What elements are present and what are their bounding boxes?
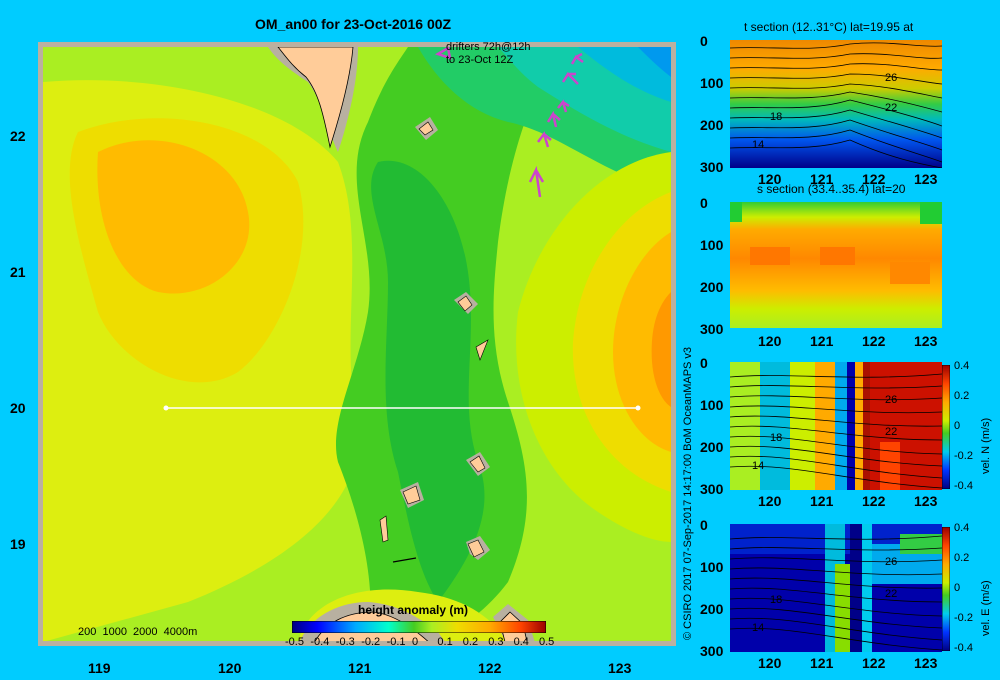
lon-tick-122: 122	[478, 660, 502, 676]
panel3-lon-tick: 120	[758, 493, 782, 509]
panel3-contour-22: 22	[885, 426, 898, 438]
panel4-lon-tick: 120	[758, 655, 782, 671]
panel1-contour-26: 26	[885, 72, 898, 84]
height-colorbar	[292, 621, 546, 633]
colorbar-tick: -0.1	[386, 636, 406, 648]
colorbar-tick: -0.4	[310, 636, 330, 648]
panel2-depth-tick: 200	[700, 279, 724, 295]
panel1-depth-tick: 0	[700, 33, 708, 49]
drifters-label-line2: to 23-Oct 12Z	[446, 54, 514, 66]
colorbar-tick: -0.3	[335, 636, 355, 648]
panel4-depth-tick: 300	[700, 643, 724, 659]
lat-tick-22: 22	[10, 128, 26, 144]
lat-tick-21: 21	[10, 264, 26, 280]
vel-e-colorbar-label: vel. E (m/s)	[980, 580, 992, 636]
panel3-lon-tick: 121	[810, 493, 834, 509]
panel1-depth-tick: 100	[700, 75, 724, 91]
panel4-depth-tick: 0	[700, 517, 708, 533]
panel1-contour-14: 14	[752, 139, 765, 151]
vel-e-colorbar	[942, 527, 950, 651]
panel4-contour-22: 22	[885, 588, 898, 600]
colorbar-tick: 0.2	[462, 636, 479, 648]
panel3-lon-tick: 122	[862, 493, 886, 509]
height-anomaly-map	[38, 42, 676, 646]
lat-tick-19: 19	[10, 536, 26, 552]
panel3-depth-tick: 300	[700, 481, 724, 497]
panel3-colorbar-tick: -0.4	[954, 480, 973, 492]
lon-tick-121: 121	[348, 660, 372, 676]
depth-legend: 200 1000 2000 4000m	[78, 626, 198, 638]
panel3-lon-tick: 123	[914, 493, 938, 509]
panel4-contour-26: 26	[885, 556, 898, 568]
colorbar-tick: -0.2	[361, 636, 381, 648]
panel4-colorbar-tick: -0.4	[954, 642, 973, 654]
map-title: OM_an00 for 23-Oct-2016 00Z	[255, 16, 452, 32]
credit-text: © CSIRO 2017 07-Sep-2017 14:17:00 BoM Oc…	[682, 346, 694, 640]
panel4-colorbar-tick: 0.4	[954, 522, 970, 534]
panel1-lon-tick: 123	[914, 171, 938, 187]
lat-tick-20: 20	[10, 400, 26, 416]
colorbar-tick: 0.1	[437, 636, 453, 648]
drifters-label-line1: drifters 72h@12h	[446, 41, 531, 53]
panel4-colorbar-tick: -0.2	[954, 612, 973, 624]
panel1-lon-tick: 121	[810, 171, 834, 187]
colorbar-tick: 0	[412, 636, 419, 648]
panel4-depth-tick: 200	[700, 601, 724, 617]
colorbar-tick: 0.4	[513, 636, 529, 648]
panel2-lon-tick: 122	[862, 333, 886, 349]
panel1-lon-tick: 120	[758, 171, 782, 187]
vel-n-colorbar	[942, 365, 950, 489]
panel2-lon-tick: 123	[914, 333, 938, 349]
panel4-lon-tick: 121	[810, 655, 834, 671]
panel4-colorbar-tick: 0.2	[954, 552, 970, 564]
panel2-depth-tick: 100	[700, 237, 724, 253]
colorbar-title: height anomaly (m)	[358, 603, 469, 617]
panel2-depth-tick: 0	[700, 195, 708, 211]
panel3-colorbar-tick: 0.4	[954, 360, 970, 372]
panel3-contour-14: 14	[752, 460, 765, 472]
colorbar-tick: 0.5	[539, 636, 555, 648]
panel4-contour-14: 14	[752, 622, 765, 634]
colorbar-tick: 0.3	[488, 636, 504, 648]
panel4-colorbar-tick: 0	[954, 582, 961, 594]
panel1-depth-tick: 200	[700, 117, 724, 133]
panel4-lon-tick: 122	[862, 655, 886, 671]
panel3-contour-26: 26	[885, 394, 898, 406]
panel3-colorbar-tick: 0.2	[954, 390, 970, 402]
panel3-depth-tick: 100	[700, 397, 724, 413]
panel1-contour-18: 18	[770, 111, 783, 123]
panel2-lon-tick: 121	[810, 333, 834, 349]
panel4-depth-tick: 100	[700, 559, 724, 575]
colorbar-tick: -0.5	[285, 636, 304, 648]
panel1-depth-tick: 300	[700, 159, 724, 175]
panel3-colorbar-tick: 0	[954, 420, 961, 432]
panel1-lon-tick: 122	[862, 171, 886, 187]
panel3-contour-18: 18	[770, 432, 783, 444]
panel3-colorbar-tick: -0.2	[954, 450, 973, 462]
panel1-contour-22: 22	[885, 102, 898, 114]
panel1-title: t section (12..31°C) lat=19.95 at	[744, 20, 914, 34]
panel4-contour-18: 18	[770, 594, 783, 606]
vel-n-colorbar-label: vel. N (m/s)	[980, 417, 992, 474]
lon-tick-123: 123	[608, 660, 632, 676]
lon-tick-120: 120	[218, 660, 242, 676]
panel2-lon-tick: 120	[758, 333, 782, 349]
panel3-depth-tick: 200	[700, 439, 724, 455]
panel2-depth-tick: 300	[700, 321, 724, 337]
salinity-section	[730, 202, 942, 328]
panel4-lon-tick: 123	[914, 655, 938, 671]
lon-tick-119: 119	[88, 660, 111, 676]
panel3-depth-tick: 0	[700, 355, 708, 371]
